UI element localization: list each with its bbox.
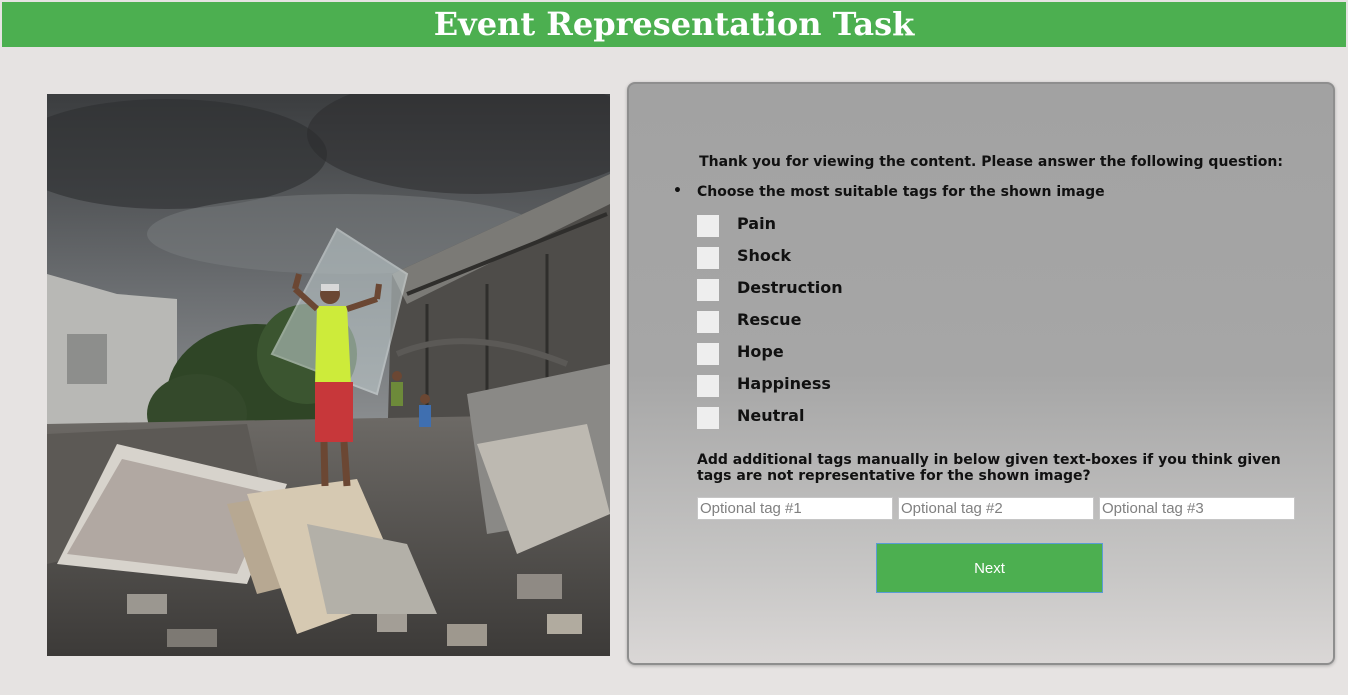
tag-label: Pain [737,214,776,233]
question-item: • Choose the most suitable tags for the … [673,183,1105,200]
event-image [47,94,610,656]
optional-tag-3-input[interactable] [1099,497,1295,520]
neutral-checkbox[interactable] [697,407,719,429]
manual-tags-instruction: Add additional tags manually in below gi… [697,452,1281,484]
tag-label: Rescue [737,310,802,329]
tag-label: Hope [737,342,784,361]
question-panel: Thank you for viewing the content. Pleas… [627,82,1335,665]
tag-label: Happiness [737,374,831,393]
hope-checkbox[interactable] [697,343,719,365]
next-button[interactable]: Next [876,543,1103,593]
tag-label: Destruction [737,278,843,297]
destruction-checkbox[interactable] [697,279,719,301]
tag-label: Neutral [737,406,805,425]
tag-label: Shock [737,246,792,265]
bullet-icon: • [673,183,682,199]
page-title: Event Representation Task [2,2,1346,47]
optional-tag-2-input[interactable] [898,497,1094,520]
thanks-text: Thank you for viewing the content. Pleas… [699,154,1283,170]
optional-tag-1-input[interactable] [697,497,893,520]
rescue-checkbox[interactable] [697,311,719,333]
question-text: Choose the most suitable tags for the sh… [697,184,1105,200]
shock-checkbox[interactable] [697,247,719,269]
happiness-checkbox[interactable] [697,375,719,397]
pain-checkbox[interactable] [697,215,719,237]
